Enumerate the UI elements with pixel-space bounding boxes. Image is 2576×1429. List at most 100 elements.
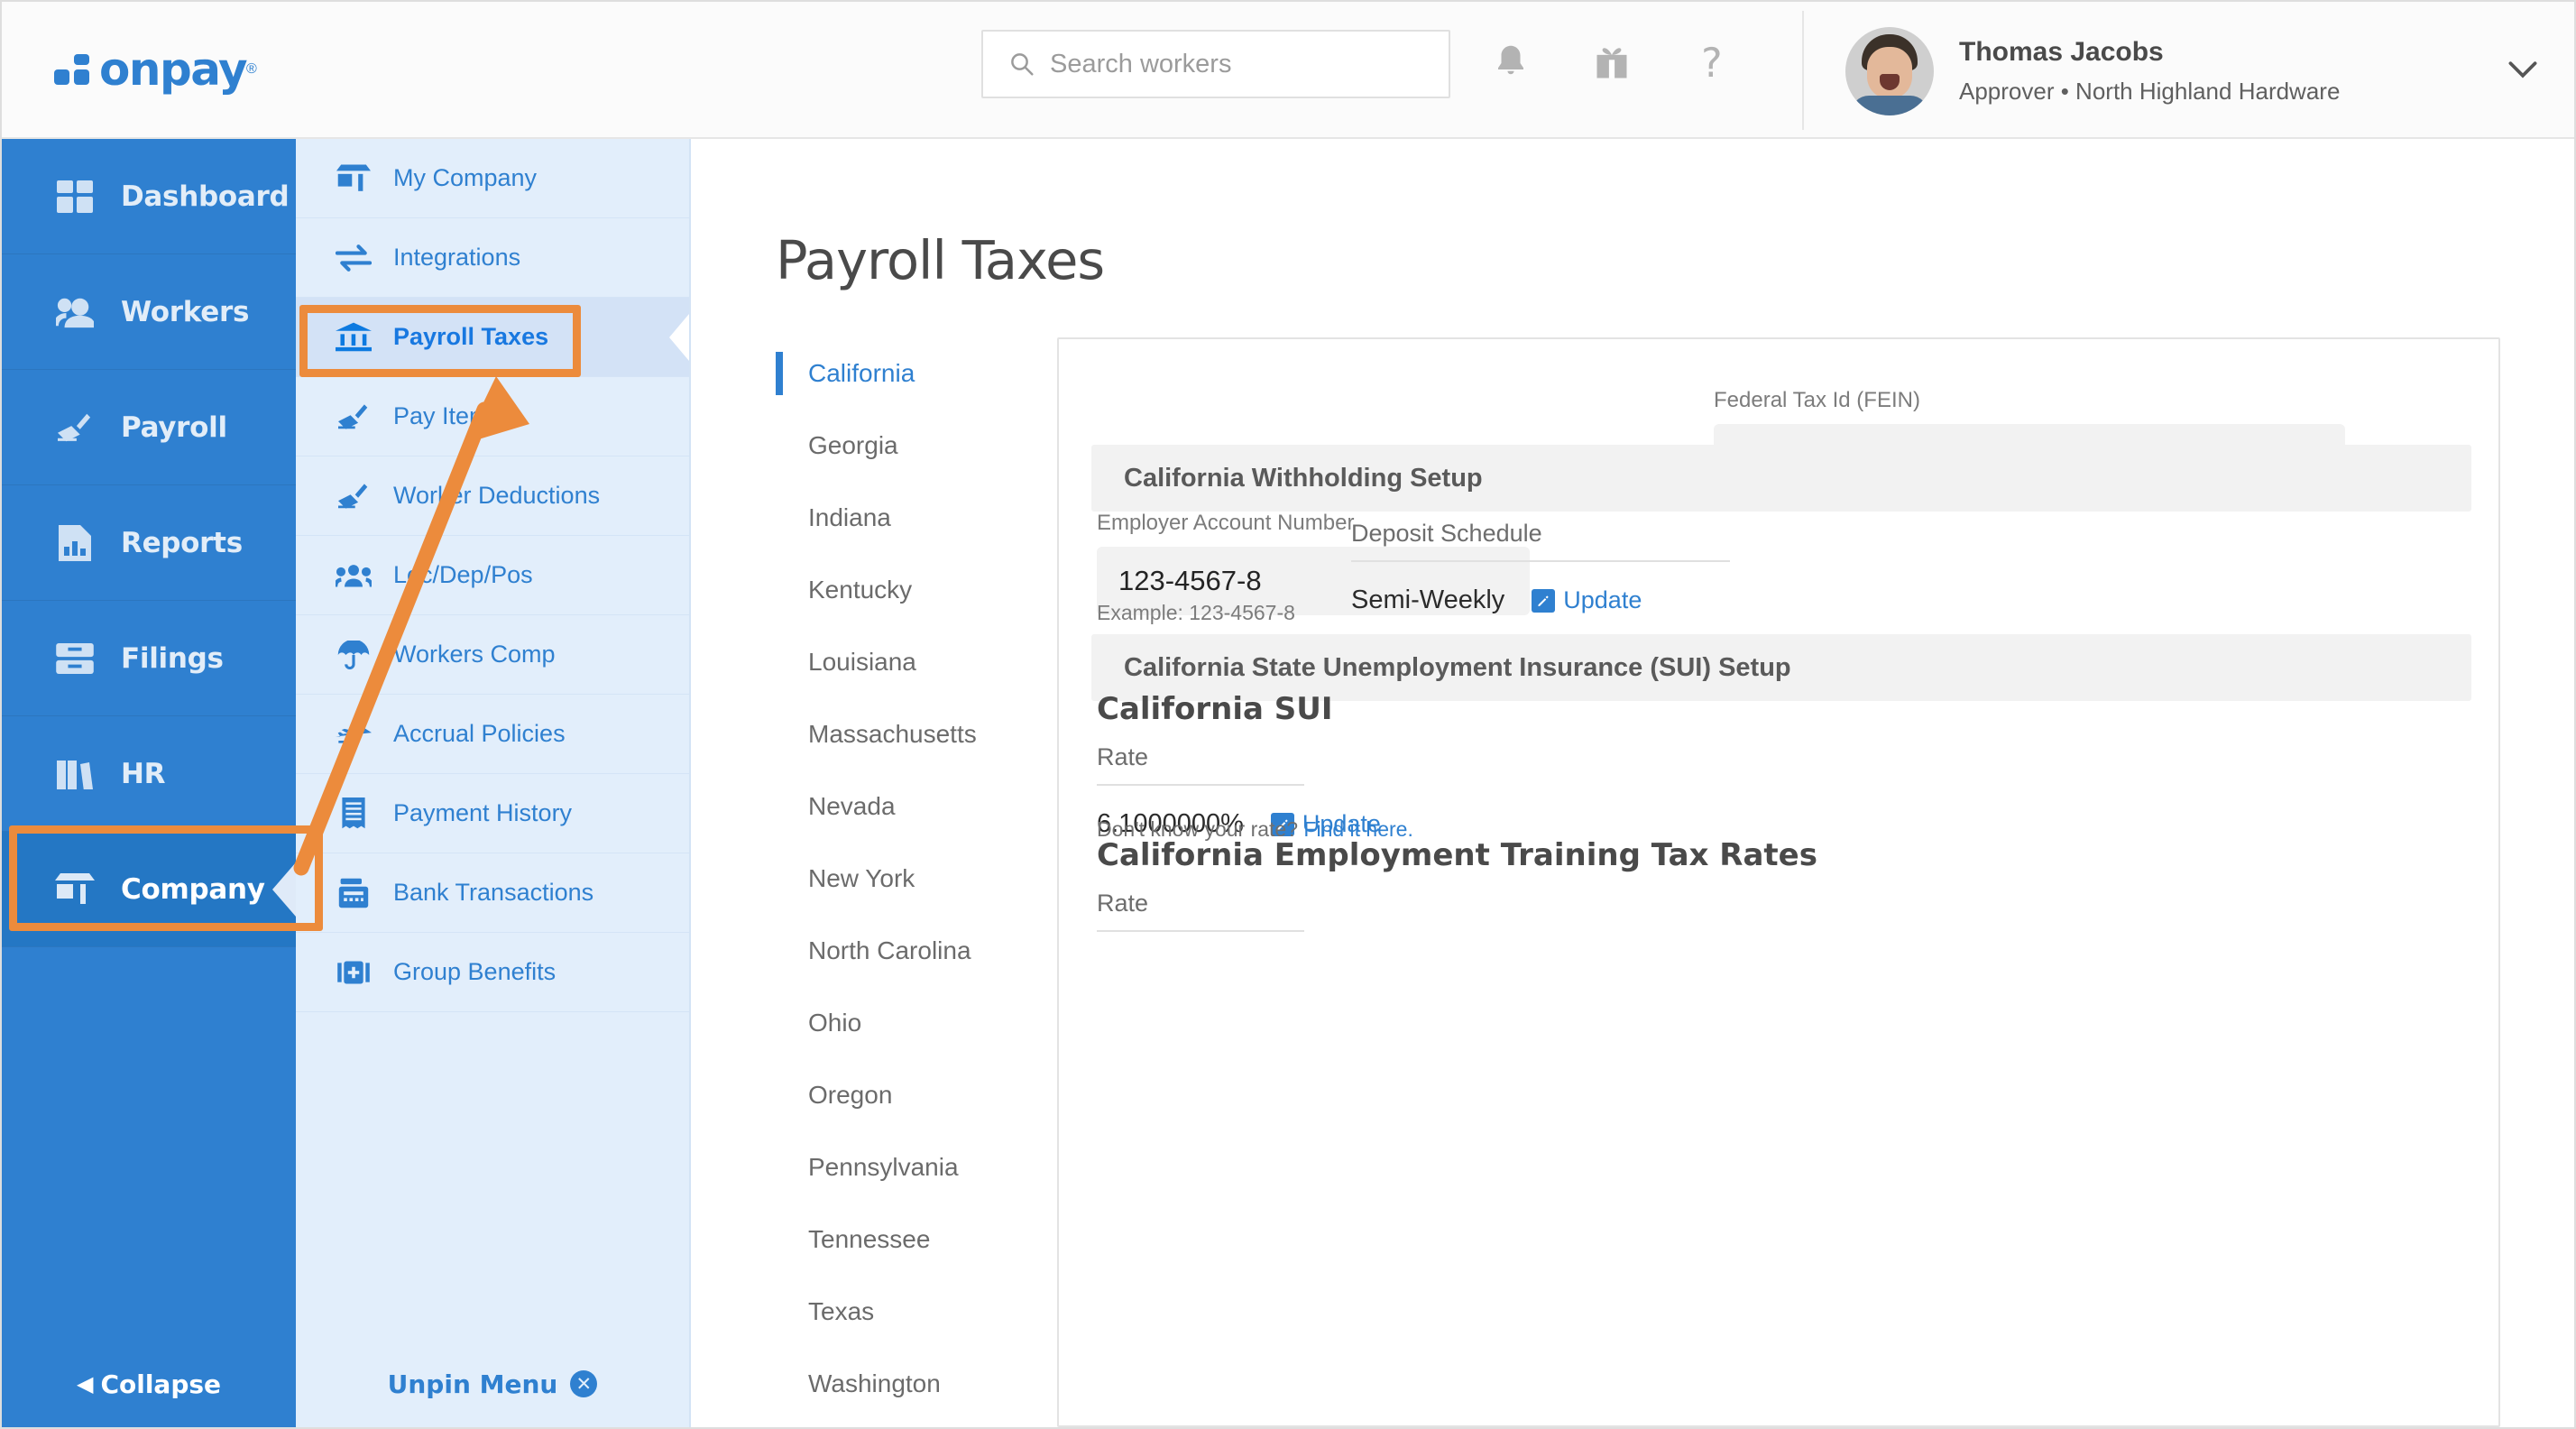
sidebar-item-label: Dashboard xyxy=(121,180,290,213)
active-pointer-icon xyxy=(272,862,296,917)
active-indicator xyxy=(776,352,783,395)
state-label: Texas xyxy=(808,1297,875,1325)
state-item-north-carolina[interactable]: North Carolina xyxy=(776,915,1037,987)
submenu-item-label: Worker Deductions xyxy=(393,482,601,509)
onpay-logo[interactable]: onpay ® xyxy=(2,1,299,138)
filings-icon xyxy=(54,642,96,674)
state-label: New York xyxy=(808,864,915,892)
gift-icon[interactable] xyxy=(1587,27,1637,99)
state-item-oregon[interactable]: Oregon xyxy=(776,1059,1037,1131)
state-label: Kentucky xyxy=(808,576,913,604)
group-icon xyxy=(334,563,373,588)
sidebar-item-dashboard[interactable]: Dashboard xyxy=(2,139,296,254)
deposit-schedule-row: Semi-Weekly Update xyxy=(1351,585,1730,615)
state-item-pennsylvania[interactable]: Pennsylvania xyxy=(776,1131,1037,1203)
submenu-item-group-benefits[interactable]: Group Benefits xyxy=(296,933,689,1012)
submenu-item-label: Workers Comp xyxy=(393,641,556,668)
state-item-louisiana[interactable]: Louisiana xyxy=(776,626,1037,698)
sidebar-item-filings[interactable]: Filings xyxy=(2,601,296,716)
search-workers-box[interactable]: Search workers xyxy=(981,30,1450,98)
submenu-item-workers-comp[interactable]: Workers Comp xyxy=(296,615,689,695)
submenu-item-accrual-policies[interactable]: Accrual Policies xyxy=(296,695,689,774)
onpay-logo-mark-icon xyxy=(54,50,96,89)
help-question-icon[interactable]: ? xyxy=(1688,27,1738,99)
payroll-icon xyxy=(334,401,373,432)
submenu-item-payroll-taxes[interactable]: Payroll Taxes xyxy=(296,298,689,377)
sidebar-item-label: Reports xyxy=(121,526,243,559)
state-item-nevada[interactable]: Nevada xyxy=(776,770,1037,843)
user-role-company: Approver • North Highland Hardware xyxy=(1959,77,2341,105)
sui-rate-label: Rate xyxy=(1097,743,1304,786)
submenu-item-integrations[interactable]: Integrations xyxy=(296,218,689,298)
registered-mark-icon: ® xyxy=(246,61,257,77)
sidebar-item-label: Filings xyxy=(121,641,224,675)
state-label: California xyxy=(808,359,915,387)
svg-text:?: ? xyxy=(1701,41,1723,85)
state-item-texas[interactable]: Texas xyxy=(776,1276,1037,1348)
user-name: Thomas Jacobs xyxy=(1959,36,2164,67)
submenu-item-label: Payroll Taxes xyxy=(393,323,549,350)
submenu-item-loc-dep-pos[interactable]: Loc/Dep/Pos xyxy=(296,536,689,615)
sidebar-item-label: Workers xyxy=(121,295,250,328)
deposit-schedule-field: Deposit Schedule Semi-Weekly Update xyxy=(1351,520,1730,615)
state-label: Massachusetts xyxy=(808,720,977,748)
top-bar: onpay ® Search workers ? Thomas Jacobs A… xyxy=(2,2,2574,139)
state-item-georgia[interactable]: Georgia xyxy=(776,410,1037,482)
state-item-ohio[interactable]: Ohio xyxy=(776,987,1037,1059)
collapse-sidebar-button[interactable]: ◀ Collapse xyxy=(2,1341,296,1427)
submenu-item-label: Loc/Dep/Pos xyxy=(393,561,533,588)
sidebar-item-label: HR xyxy=(121,757,166,790)
state-item-california[interactable]: California xyxy=(776,337,1037,410)
state-label: North Carolina xyxy=(808,936,971,964)
withholding-section-header: California Withholding Setup xyxy=(1091,445,2471,512)
pencil-icon xyxy=(1532,588,1556,613)
sidebar-item-hr[interactable]: HR xyxy=(2,716,296,832)
sidebar-item-payroll[interactable]: Payroll xyxy=(2,370,296,485)
umbrella-icon xyxy=(334,640,373,669)
user-menu[interactable]: Thomas Jacobs Approver • North Highland … xyxy=(1845,22,2558,121)
state-label: Louisiana xyxy=(808,648,916,676)
report-icon xyxy=(54,524,96,561)
state-item-massachusetts[interactable]: Massachusetts xyxy=(776,698,1037,770)
state-label: Ohio xyxy=(808,1009,862,1037)
submenu-item-payment-history[interactable]: Payment History xyxy=(296,774,689,853)
close-icon: ✕ xyxy=(570,1370,598,1397)
primary-sidebar: Dashboard Workers Payroll Reports Filing… xyxy=(2,139,296,1427)
collapse-label: Collapse xyxy=(100,1369,222,1399)
main-content: Payroll Taxes California Georgia Indiana… xyxy=(691,139,2574,1427)
submenu-item-bank-transactions[interactable]: Bank Transactions xyxy=(296,853,689,933)
submenu-item-my-company[interactable]: My Company xyxy=(296,139,689,218)
register-icon xyxy=(334,878,373,908)
submenu-item-label: Bank Transactions xyxy=(393,879,594,906)
submenu-item-worker-deductions[interactable]: Worker Deductions xyxy=(296,456,689,536)
sidebar-item-company[interactable]: Company xyxy=(2,832,296,947)
sidebar-item-workers[interactable]: Workers xyxy=(2,254,296,370)
state-item-kentucky[interactable]: Kentucky xyxy=(776,554,1037,626)
search-input[interactable]: Search workers xyxy=(1050,50,1231,79)
unpin-menu-button[interactable]: Unpin Menu ✕ xyxy=(296,1341,689,1427)
active-pointer-icon xyxy=(669,313,689,361)
people-icon xyxy=(54,296,96,328)
state-tab-list: California Georgia Indiana Kentucky Loui… xyxy=(776,337,1037,1420)
deposit-schedule-update-button[interactable]: Update xyxy=(1532,586,1642,614)
onpay-app-window: onpay ® Search workers ? Thomas Jacobs A… xyxy=(0,0,2576,1429)
submenu-item-pay-items[interactable]: Pay Items xyxy=(296,377,689,456)
state-item-new-york[interactable]: New York xyxy=(776,843,1037,915)
state-item-indiana[interactable]: Indiana xyxy=(776,482,1037,554)
exchange-icon xyxy=(334,244,373,272)
federal-tax-id-label: Federal Tax Id (FEIN) xyxy=(1714,388,1920,412)
chevron-down-icon[interactable] xyxy=(2507,60,2538,84)
submenu-item-label: Integrations xyxy=(393,244,521,271)
deposit-schedule-value: Semi-Weekly xyxy=(1351,585,1505,614)
state-item-tennessee[interactable]: Tennessee xyxy=(776,1203,1037,1276)
notifications-bell-icon[interactable] xyxy=(1486,27,1536,99)
state-item-washington[interactable]: Washington xyxy=(776,1348,1037,1420)
airplane-icon xyxy=(334,722,373,747)
state-tax-settings-card: Federal Tax Id (FEIN) 99-1234567 Califor… xyxy=(1057,337,2500,1427)
submenu-item-label: Accrual Policies xyxy=(393,720,566,747)
sidebar-item-reports[interactable]: Reports xyxy=(2,485,296,601)
state-label: Washington xyxy=(808,1369,941,1397)
storefront-icon xyxy=(54,872,96,906)
bank-icon xyxy=(334,322,373,353)
state-label: Pennsylvania xyxy=(808,1153,959,1181)
